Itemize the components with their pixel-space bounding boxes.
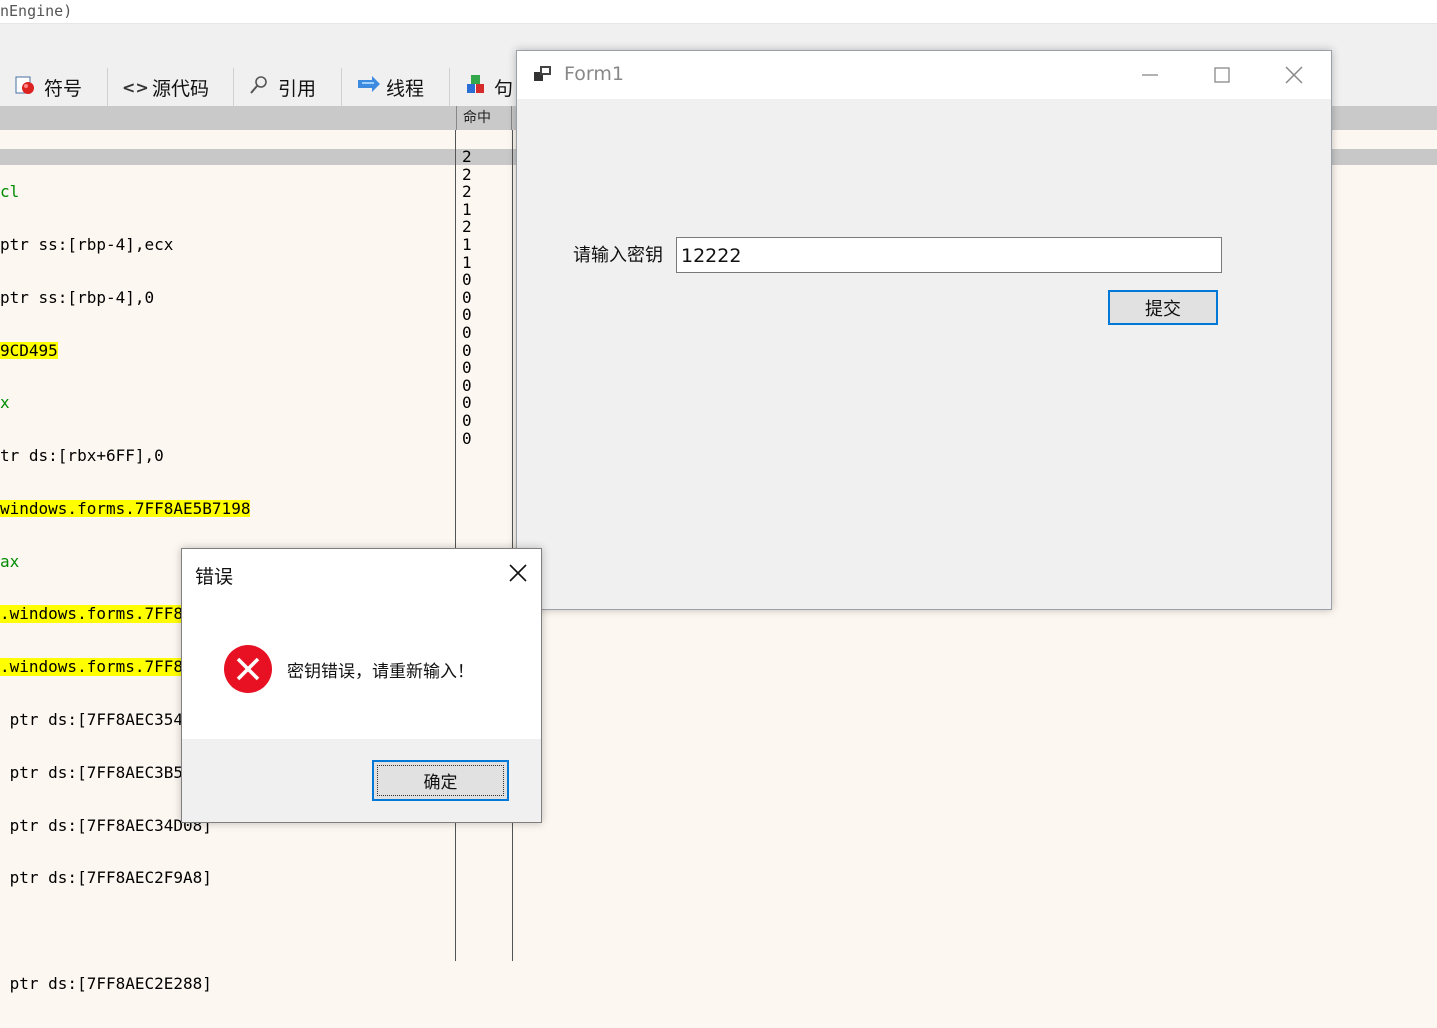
hit-count: 0 (462, 322, 472, 342)
hit-count: 0 (462, 358, 472, 378)
app-window-icon (533, 65, 553, 83)
form1-window: Form1 请输入密钥 提交 (516, 50, 1332, 610)
tab-references[interactable]: 引用 (234, 68, 342, 106)
dialog-close-button[interactable] (498, 555, 538, 591)
hit-count: 2 (462, 217, 472, 237)
minimize-button[interactable] (1127, 51, 1173, 99)
code-line[interactable]: ptr ss:[rbp-4],ecx (0, 236, 455, 254)
search-icon (248, 74, 270, 100)
tab-label: 引用 (278, 77, 317, 100)
close-icon (509, 564, 527, 582)
symbol-icon (14, 74, 36, 100)
hit-count: 0 (462, 410, 472, 430)
error-dialog: 错误 密钥错误，请重新输入！ 确定 (181, 548, 542, 823)
code-line[interactable]: 9CD495 (0, 341, 455, 360)
tab-symbols[interactable]: 符号 (0, 68, 108, 106)
close-button[interactable] (1271, 51, 1317, 99)
form1-titlebar[interactable]: Form1 (517, 51, 1331, 99)
hit-count: 0 (462, 375, 472, 395)
code-line[interactable]: ptr ds:[7FF8AEC2E288] (0, 975, 455, 993)
error-icon (223, 644, 273, 694)
hit-count: 1 (462, 234, 472, 254)
submit-button[interactable]: 提交 (1108, 290, 1218, 325)
dialog-footer: 确定 (182, 739, 541, 822)
form1-title: Form1 (564, 63, 624, 85)
hit-count-column-header[interactable]: 命中 (456, 106, 512, 130)
tab-label: 源代码 (152, 77, 210, 100)
tab-label: 线程 (386, 77, 425, 100)
error-message: 密钥错误，请重新输入！ (287, 662, 474, 682)
thread-icon (356, 74, 380, 100)
maximize-icon (1214, 67, 1230, 83)
hit-count: 0 (462, 287, 472, 307)
column-divider (455, 130, 456, 961)
hit-count: 1 (462, 199, 472, 219)
handle-icon (464, 73, 486, 101)
code-line[interactable]: ptr ss:[rbp-4],0 (0, 289, 455, 307)
close-icon (1285, 66, 1303, 84)
code-line[interactable]: ptr ds:[7FF8AEC2F9A8] (0, 869, 455, 887)
window-title-strip: nEngine) (0, 0, 1437, 24)
tab-threads[interactable]: 线程 (342, 68, 450, 106)
hit-count: 1 (462, 252, 472, 272)
source-code-icon: <> (122, 77, 149, 97)
code-line[interactable]: cl (0, 183, 455, 201)
ok-button[interactable]: 确定 (372, 760, 509, 801)
hit-count: 0 (462, 305, 472, 325)
hit-count: 0 (462, 340, 472, 360)
hit-count: 0 (462, 393, 472, 413)
tab-handles[interactable]: 句 (450, 68, 520, 106)
hit-count: 2 (462, 147, 472, 166)
hit-count: 0 (462, 270, 472, 290)
tab-label: 句 (494, 77, 514, 100)
maximize-button[interactable] (1199, 51, 1245, 99)
dialog-title: 错误 (195, 566, 234, 588)
hit-count: 2 (462, 164, 472, 184)
code-line[interactable]: windows.forms.7FF8AE5B7198 (0, 499, 455, 518)
tab-label: 符号 (44, 77, 83, 100)
key-input[interactable] (676, 237, 1222, 273)
tab-source-code[interactable]: <> 源代码 (108, 68, 234, 106)
column-divider (512, 130, 513, 961)
code-line[interactable]: x (0, 394, 455, 412)
key-label: 请输入密钥 (573, 245, 663, 266)
code-line[interactable] (0, 922, 455, 940)
hit-count-column: 2 2 2 1 2 1 1 0 0 0 0 0 0 0 0 0 0 (462, 148, 510, 447)
hit-count: 2 (462, 182, 472, 202)
window-title: nEngine) (0, 2, 73, 20)
code-line[interactable]: tr ds:[rbx+6FF],0 (0, 447, 455, 465)
hit-count: 0 (462, 428, 472, 448)
minimize-icon (1142, 74, 1158, 76)
